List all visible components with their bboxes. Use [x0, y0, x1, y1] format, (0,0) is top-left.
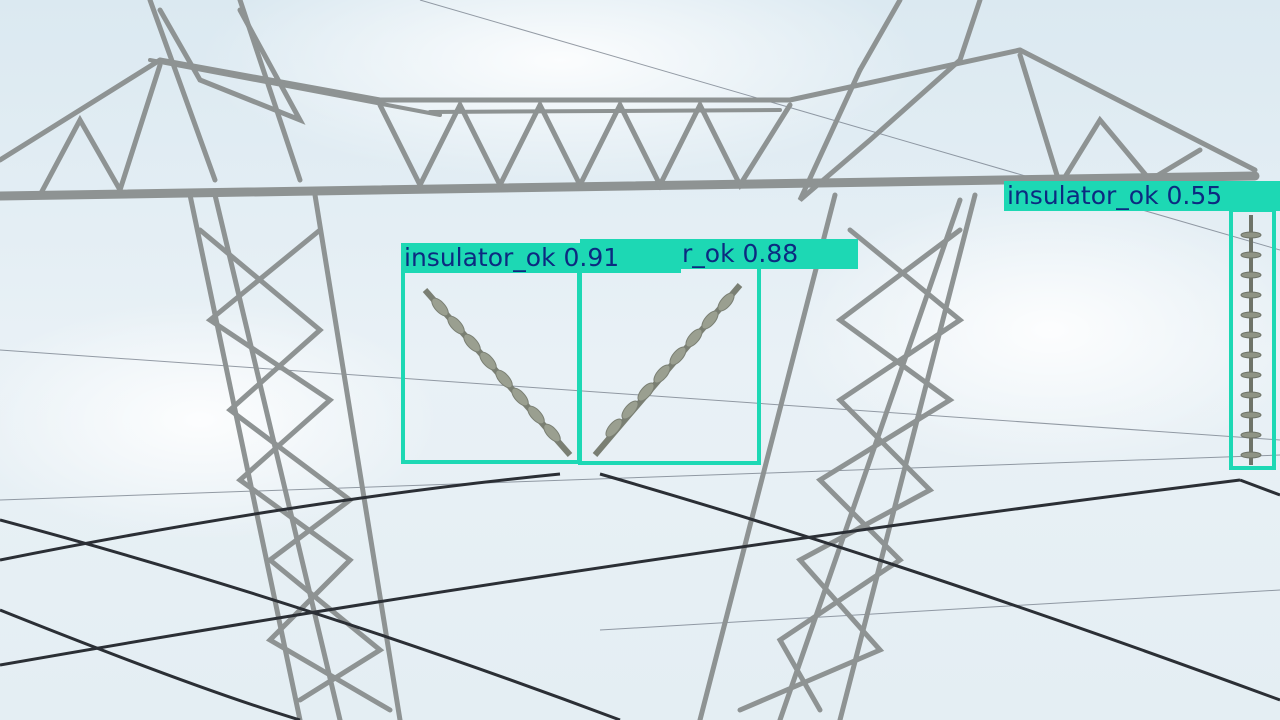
detection-box-insulator-left — [401, 268, 581, 464]
detection-box-insulator-right — [1229, 208, 1276, 470]
detection-box-insulator-middle — [578, 265, 761, 465]
detection-label-insulator-right: insulator_ok 0.55 — [1004, 181, 1280, 211]
detection-label-insulator-left: insulator_ok 0.91 — [401, 243, 681, 273]
detection-scene: insulator_ok 0.88 insulator_ok 0.91 insu… — [0, 0, 1280, 720]
